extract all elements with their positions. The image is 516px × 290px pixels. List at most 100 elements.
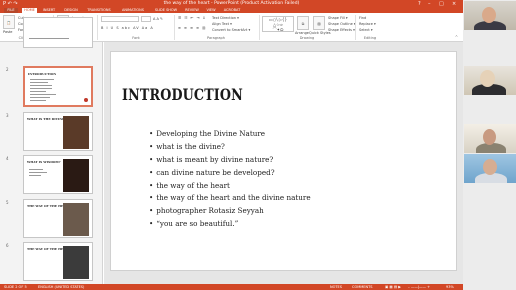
slide-thumbnail-6[interactable]: THE WAY OF THE HEART [23, 242, 93, 281]
text-direction-button[interactable]: Text Direction ▾ [212, 16, 239, 20]
thumbnail-text-line [29, 169, 43, 170]
thumbnail-text-line [29, 175, 41, 176]
shape-outline-button[interactable]: Shape Outline ▾ [328, 22, 356, 26]
arrange-label: Arrange [295, 31, 309, 35]
thumbnail-title: WHAT IS WISDOM? [27, 160, 61, 164]
thumbnail-text-line [30, 82, 48, 83]
thumbnail-text-line [30, 85, 52, 86]
window-title: the way of the heart - PowerPoint (Produ… [163, 1, 300, 6]
maximize-button[interactable]: □ [439, 0, 444, 8]
align-buttons[interactable]: ≡ ≡ ≡ ≡ ▥ [178, 26, 207, 30]
thumbnail-photo [63, 116, 89, 149]
select-button[interactable]: Select ▾ [359, 28, 373, 32]
comments-button[interactable]: COMMENTS [352, 284, 372, 290]
notes-button[interactable]: NOTES [330, 284, 342, 290]
bullet-item: the way of the heart and the divine natu… [149, 192, 310, 205]
slide-number: 3 [6, 113, 9, 118]
video-participants-panel [463, 0, 516, 290]
slide-thumbnail-4[interactable]: WHAT IS WISDOM? [23, 155, 93, 194]
powerpoint-window: P ↶ ↷ the way of the heart - PowerPoint … [0, 0, 463, 290]
title-bar: P ↶ ↷ the way of the heart - PowerPoint … [0, 0, 463, 8]
thumbnail-text-line [30, 79, 54, 80]
font-group-label: Font [132, 36, 140, 40]
desktop: { "window": { "title": "the way of the h… [0, 0, 516, 290]
thumbnail-text-line [29, 38, 69, 39]
bullet-item: the way of the heart [149, 180, 311, 193]
paste-icon: 📋 [6, 21, 12, 25]
thumbnail-photo [63, 159, 89, 192]
slide-thumbnail-2[interactable]: INTRODUCTION [23, 66, 93, 107]
slide-thumbnail-1[interactable] [23, 17, 93, 48]
person-head [482, 7, 496, 23]
font-size-select[interactable] [141, 16, 151, 22]
convert-smartart-button[interactable]: Convert to SmartArt ▾ [212, 28, 250, 32]
close-button[interactable]: × [452, 0, 456, 8]
thumbnail-text-line [30, 88, 52, 89]
ribbon-divider [259, 15, 260, 40]
minimize-button[interactable]: – [428, 0, 431, 8]
slide-title[interactable]: INTRODUCTION [122, 85, 243, 104]
thumbnail-photo [63, 203, 89, 236]
shape-fill-button[interactable]: Shape Fill ▾ [328, 16, 348, 20]
drawing-group-label: Drawing [299, 36, 315, 40]
slide-counter: SLIDE 2 OF 5 [4, 285, 27, 289]
slide-thumbnail-5[interactable]: THE WAY OF THE HEART [23, 199, 93, 238]
editing-group-label: Editing [363, 36, 377, 40]
quick-styles-button[interactable]: ▨ [313, 16, 325, 30]
zoom-slider[interactable]: – ——|—— + [408, 284, 430, 290]
bullet-item: what is meant by divine nature? [149, 154, 311, 167]
bullet-item: Developing the Divine Nature [149, 128, 311, 141]
record-marker-icon [84, 98, 88, 102]
bullet-item: “you are so beautiful.” [149, 218, 311, 231]
thumbnail-text-line [30, 97, 50, 98]
font-grow-shrink-buttons[interactable]: A A ✎ [153, 17, 163, 21]
arrange-button[interactable]: ⧉ [297, 16, 309, 30]
bullet-item: photographer Rotasiz Seyyah [149, 205, 311, 218]
zoom-level[interactable]: 93% [446, 284, 454, 290]
help-button[interactable]: ? [418, 0, 421, 8]
thumbnail-title: INTRODUCTION [28, 72, 57, 76]
status-bar: SLIDE 2 OF 5 ENGLISH (UNITED STATES) NOT… [0, 284, 463, 290]
thumbnail-photo [63, 246, 89, 279]
slide-number: 5 [6, 200, 9, 205]
participant-video-1[interactable] [464, 1, 516, 30]
slide-number: 6 [6, 243, 9, 248]
paste-button[interactable]: 📋 [3, 15, 15, 29]
thumbnail-title: WHAT IS THE DIVINE? [27, 117, 67, 121]
font-format-buttons[interactable]: B I U S abc AV Aa A [101, 26, 154, 30]
bullet-list[interactable]: Developing the Divine Nature what is the… [149, 128, 311, 231]
list-buttons[interactable]: ☰ ☷ ⇤ ⇥ ↕ [178, 16, 207, 20]
slide-number: 4 [6, 156, 9, 161]
align-text-button[interactable]: Align Text ▾ [212, 22, 232, 26]
font-name-select[interactable] [101, 16, 139, 22]
shapes-gallery[interactable]: ▭○\ ▷{} △☆⇨ ⌒✦⬭ [262, 16, 294, 32]
find-button[interactable]: Find [359, 16, 366, 20]
person-head [483, 129, 496, 145]
bullet-item: can divine nature be developed? [149, 167, 311, 180]
shape-effects-button[interactable]: Shape Effects ▾ [328, 28, 355, 32]
person-head [483, 159, 497, 175]
view-buttons[interactable]: ▣ ▦ ▤ ▶ [385, 284, 401, 290]
bullet-item: what is the divine? [149, 141, 311, 154]
thumbnail-text-line [30, 91, 46, 92]
language-indicator[interactable]: ENGLISH (UNITED STATES) [38, 284, 84, 290]
current-slide[interactable]: INTRODUCTION Developing the Divine Natur… [110, 51, 457, 271]
slide-editing-canvas[interactable]: INTRODUCTION Developing the Divine Natur… [104, 42, 463, 284]
quick-styles-icon: ▨ [317, 22, 321, 26]
arrange-icon: ⧉ [301, 22, 305, 26]
thumbnail-text-line [29, 172, 47, 173]
slide-thumbnail-pane[interactable]: 2 INTRODUCTION 3 WHAT IS THE DIVINE? 4 W… [0, 17, 103, 284]
paragraph-group-label: Paragraph [207, 36, 225, 40]
participant-video-3[interactable] [464, 124, 516, 153]
replace-button[interactable]: Replace ▾ [359, 22, 376, 26]
slide-number: 2 [6, 67, 9, 72]
slide-thumbnail-3[interactable]: WHAT IS THE DIVINE? [23, 112, 93, 151]
thumbnail-text-line [30, 100, 46, 101]
collapse-ribbon-icon[interactable]: ^ [455, 35, 458, 39]
paste-label: Paste [3, 30, 13, 34]
participant-video-2[interactable] [464, 66, 516, 95]
participant-video-4[interactable] [464, 154, 516, 183]
person-head [480, 70, 495, 87]
ribbon-divider [174, 15, 175, 40]
ribbon-divider [97, 15, 98, 40]
